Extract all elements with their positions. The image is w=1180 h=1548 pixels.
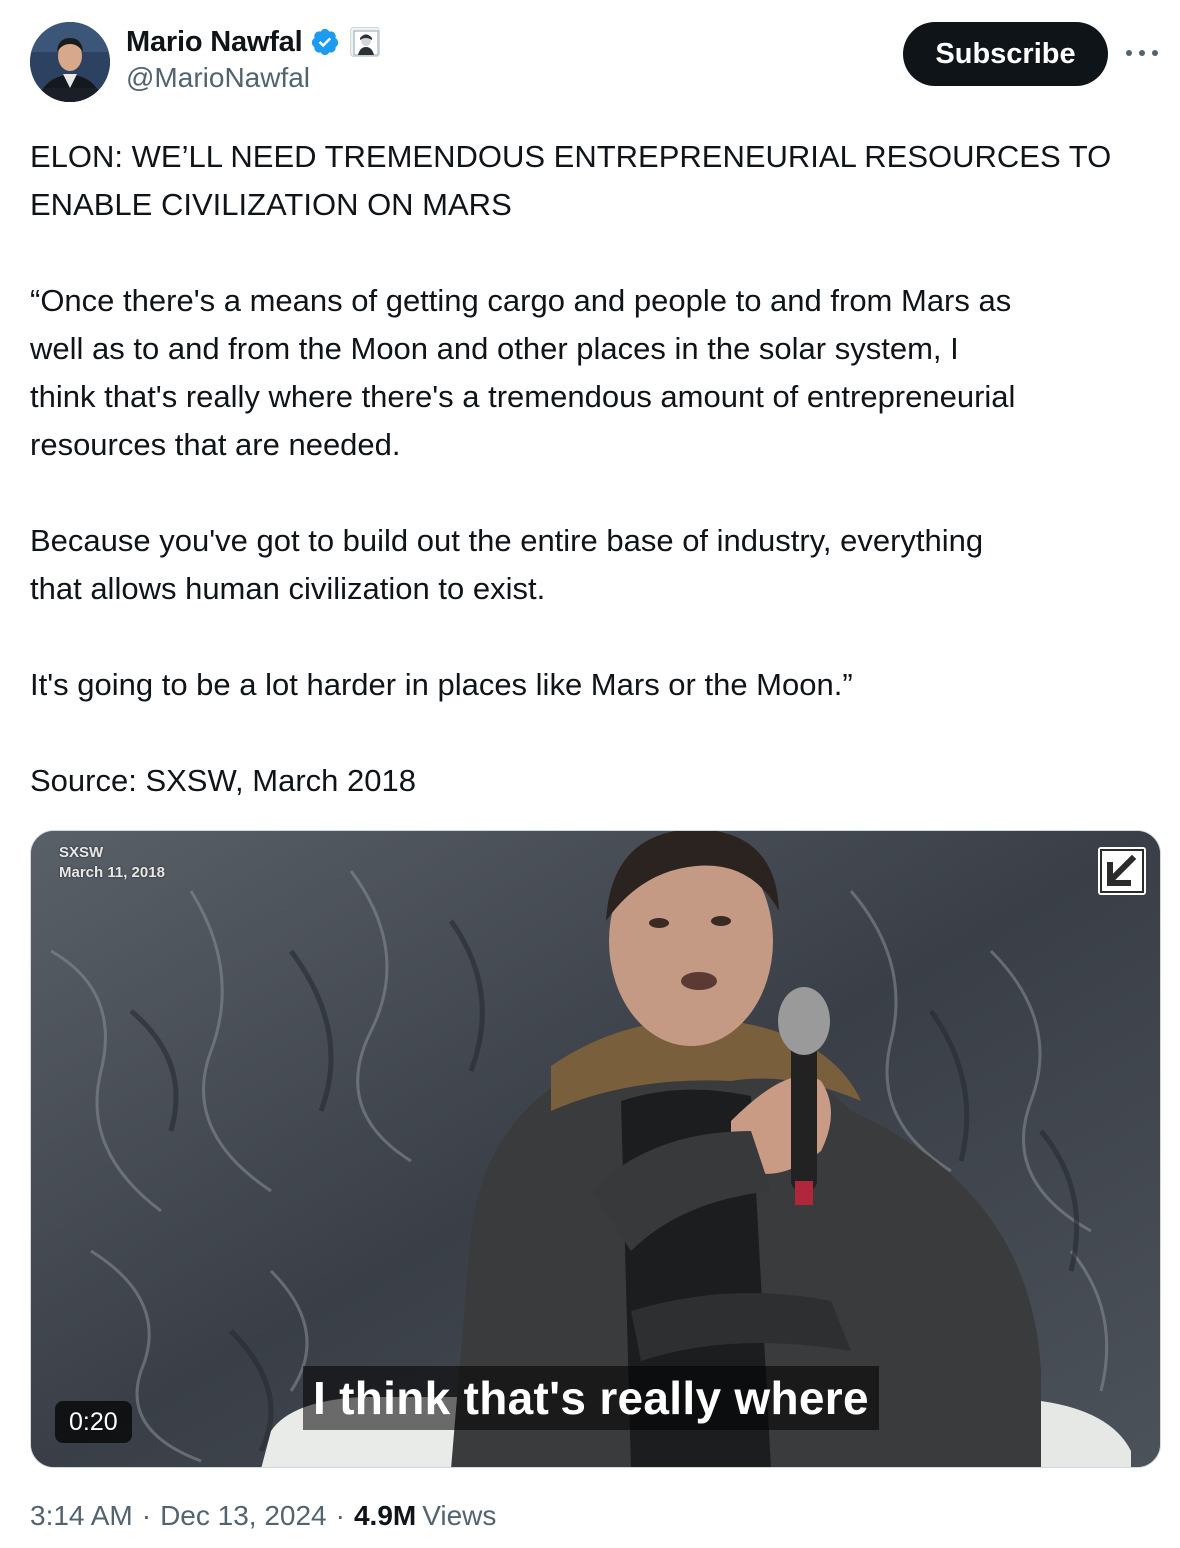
paragraph-line: It's going to be a lot harder in places … bbox=[30, 667, 853, 702]
author-handle[interactable]: @MarioNawfal bbox=[126, 62, 310, 94]
more-dot bbox=[1126, 50, 1132, 56]
author-display-name[interactable]: Mario Nawfal bbox=[126, 26, 303, 59]
quote-line: resources that are needed. bbox=[30, 427, 401, 462]
tweet-time[interactable]: 3:14 AM bbox=[30, 1500, 133, 1532]
tweet-text: ELON: WE’LL NEED TREMENDOUS ENTREPRENEUR… bbox=[30, 133, 1160, 805]
paragraph-line: that allows human civilization to exist. bbox=[30, 571, 546, 606]
more-dot bbox=[1152, 50, 1158, 56]
tweet-metadata: 3:14 AM · Dec 13, 2024 · 4.9M Views bbox=[30, 1500, 496, 1532]
subscribe-button[interactable]: Subscribe bbox=[903, 22, 1108, 86]
verified-badge-icon[interactable] bbox=[310, 27, 340, 57]
tweet-date[interactable]: Dec 13, 2024 bbox=[160, 1500, 327, 1532]
watermark-title: SXSW bbox=[59, 844, 104, 861]
avatar[interactable] bbox=[30, 22, 110, 102]
video-watermark: SXSW March 11, 2018 bbox=[59, 843, 165, 883]
separator: · bbox=[141, 1500, 152, 1531]
video-player[interactable]: SXSW March 11, 2018 I think that's reall… bbox=[30, 830, 1161, 1468]
headline-line: ENABLE CIVILIZATION ON MARS bbox=[30, 187, 512, 222]
separator: · bbox=[335, 1500, 345, 1531]
paragraph-line: Because you've got to build out the enti… bbox=[30, 523, 984, 558]
arrow-down-left-icon bbox=[1098, 847, 1146, 895]
quote-line: think that's really where there's a trem… bbox=[30, 379, 1016, 414]
quote-line: “Once there's a means of getting cargo a… bbox=[30, 283, 1012, 318]
source-line: Source: SXSW, March 2018 bbox=[30, 763, 416, 798]
views-count: 4.9M bbox=[353, 1500, 417, 1531]
author-name-row: Mario Nawfal bbox=[126, 24, 381, 60]
avatar-image bbox=[30, 22, 110, 102]
quote-line: well as to and from the Moon and other p… bbox=[30, 331, 959, 366]
watermark-date: March 11, 2018 bbox=[59, 864, 165, 881]
tweet-card: Mario Nawfal @MarioNawfal Subscribe ELON… bbox=[0, 0, 1180, 1548]
video-caption: I think that's really where bbox=[303, 1366, 879, 1430]
headline-line: ELON: WE’LL NEED TREMENDOUS ENTREPRENEUR… bbox=[30, 139, 1112, 174]
affiliate-badge-icon[interactable] bbox=[350, 27, 381, 57]
more-dot bbox=[1139, 50, 1145, 56]
views-label: Views bbox=[422, 1500, 497, 1531]
more-horizontal-icon[interactable] bbox=[1122, 38, 1162, 68]
video-duration-badge: 0:20 bbox=[55, 1401, 132, 1443]
